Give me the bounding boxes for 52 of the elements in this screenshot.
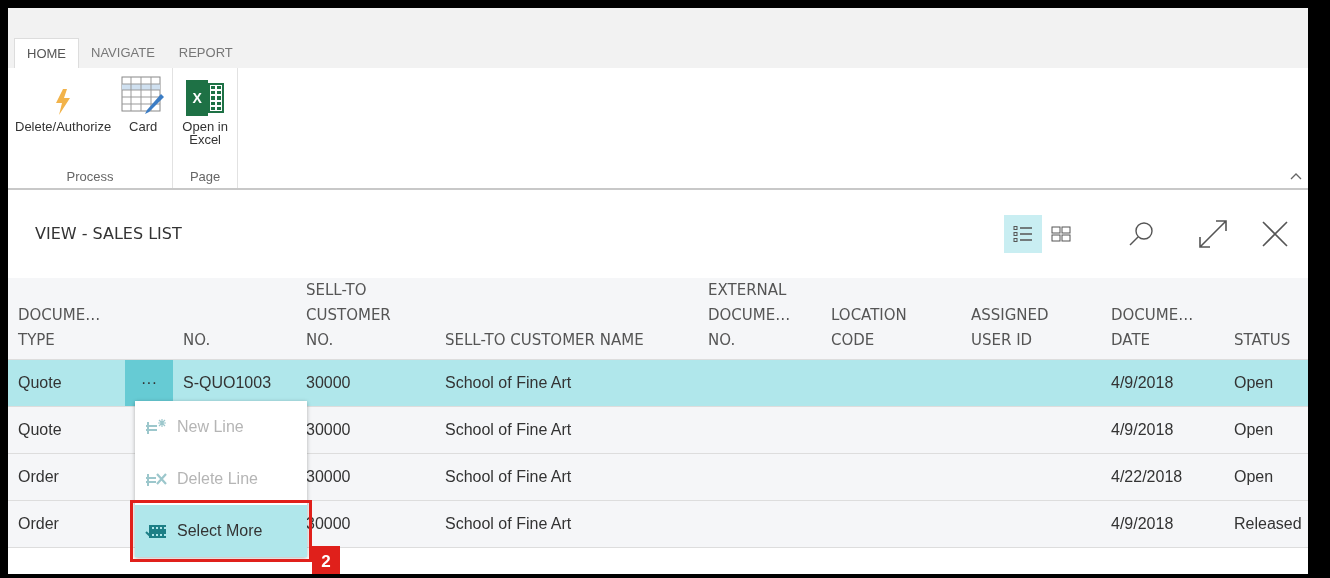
table-cell-text: Quote bbox=[17, 420, 63, 440]
column-header: STATUS bbox=[1233, 330, 1292, 351]
grid-pencil-icon bbox=[121, 76, 166, 116]
ribbon-tab[interactable]: NAVIGATE bbox=[79, 38, 167, 68]
table-cell-text: 4/9/2018 bbox=[1110, 420, 1175, 440]
table-cell-text: Open bbox=[1233, 373, 1275, 393]
table-cell-text: Released bbox=[1233, 514, 1303, 534]
table-row[interactable]: Quote ··· S-QUO1003 30000 School of Fine Art 4/9/2018 Open bbox=[8, 360, 1308, 407]
column-header: SELL-TO CUSTOMER NAME bbox=[444, 330, 645, 351]
table-cell-text: Open bbox=[1233, 467, 1275, 487]
ribbon-tab[interactable]: HOME bbox=[14, 38, 79, 68]
column-header: LOCATION CODE bbox=[830, 305, 908, 351]
table-cell-text: Order bbox=[17, 514, 60, 534]
table-cell-text: School of Fine Art bbox=[444, 420, 573, 440]
close-icon[interactable] bbox=[1262, 221, 1288, 247]
table-cell-text: 30000 bbox=[305, 420, 352, 440]
add-line-icon bbox=[145, 418, 167, 436]
ribbon-tab[interactable]: REPORT bbox=[166, 38, 245, 68]
table-cell-text: 30000 bbox=[305, 373, 352, 393]
table-cell-text: Order bbox=[17, 467, 60, 487]
ribbon-action-button[interactable]: X Open in Excel bbox=[177, 76, 234, 146]
group-label: Page bbox=[188, 167, 222, 186]
column-header: DOCUME… DATE bbox=[1110, 305, 1195, 351]
multi-select-icon bbox=[145, 522, 167, 540]
lightning-icon bbox=[54, 88, 73, 116]
table-cell-text: School of Fine Art bbox=[444, 467, 573, 487]
table-cell-text: School of Fine Art bbox=[444, 514, 573, 534]
row-menu-button[interactable]: ··· bbox=[125, 360, 173, 406]
list-view-icon bbox=[1013, 226, 1033, 242]
column-header: NO. bbox=[182, 330, 212, 351]
view-toggle[interactable] bbox=[1004, 215, 1042, 253]
column-header: ASSIGNED USER ID bbox=[970, 305, 1050, 351]
column-header: DOCUME… TYPE bbox=[17, 305, 102, 351]
search-icon[interactable] bbox=[1128, 221, 1154, 247]
table-cell-text: 4/22/2018 bbox=[1110, 467, 1184, 487]
table-cell-text: S-QUO1003 bbox=[182, 373, 273, 393]
table-cell-text: Quote bbox=[17, 373, 63, 393]
table-cell-text: 4/9/2018 bbox=[1110, 373, 1175, 393]
column-header: EXTERNAL DOCUME… NO. bbox=[707, 280, 792, 351]
column-header: SELL-TO CUSTOMER NO. bbox=[305, 280, 392, 351]
table-cell-text: Open bbox=[1233, 420, 1275, 440]
table-cell-text: 4/9/2018 bbox=[1110, 514, 1175, 534]
table-cell-text: School of Fine Art bbox=[444, 373, 573, 393]
chevron-up-icon[interactable] bbox=[1290, 172, 1302, 180]
step-badge: 2 bbox=[312, 546, 340, 574]
table-cell-text: 30000 bbox=[305, 467, 352, 487]
page-title: VIEW - SALES LIST bbox=[35, 223, 182, 245]
tile-view-icon bbox=[1051, 226, 1071, 242]
expand-icon[interactable] bbox=[1198, 219, 1228, 249]
ribbon-action-button[interactable]: Card bbox=[118, 76, 169, 133]
ribbon-action-button[interactable]: Delete/Authorize bbox=[12, 76, 115, 133]
group-label: Process bbox=[65, 167, 115, 186]
